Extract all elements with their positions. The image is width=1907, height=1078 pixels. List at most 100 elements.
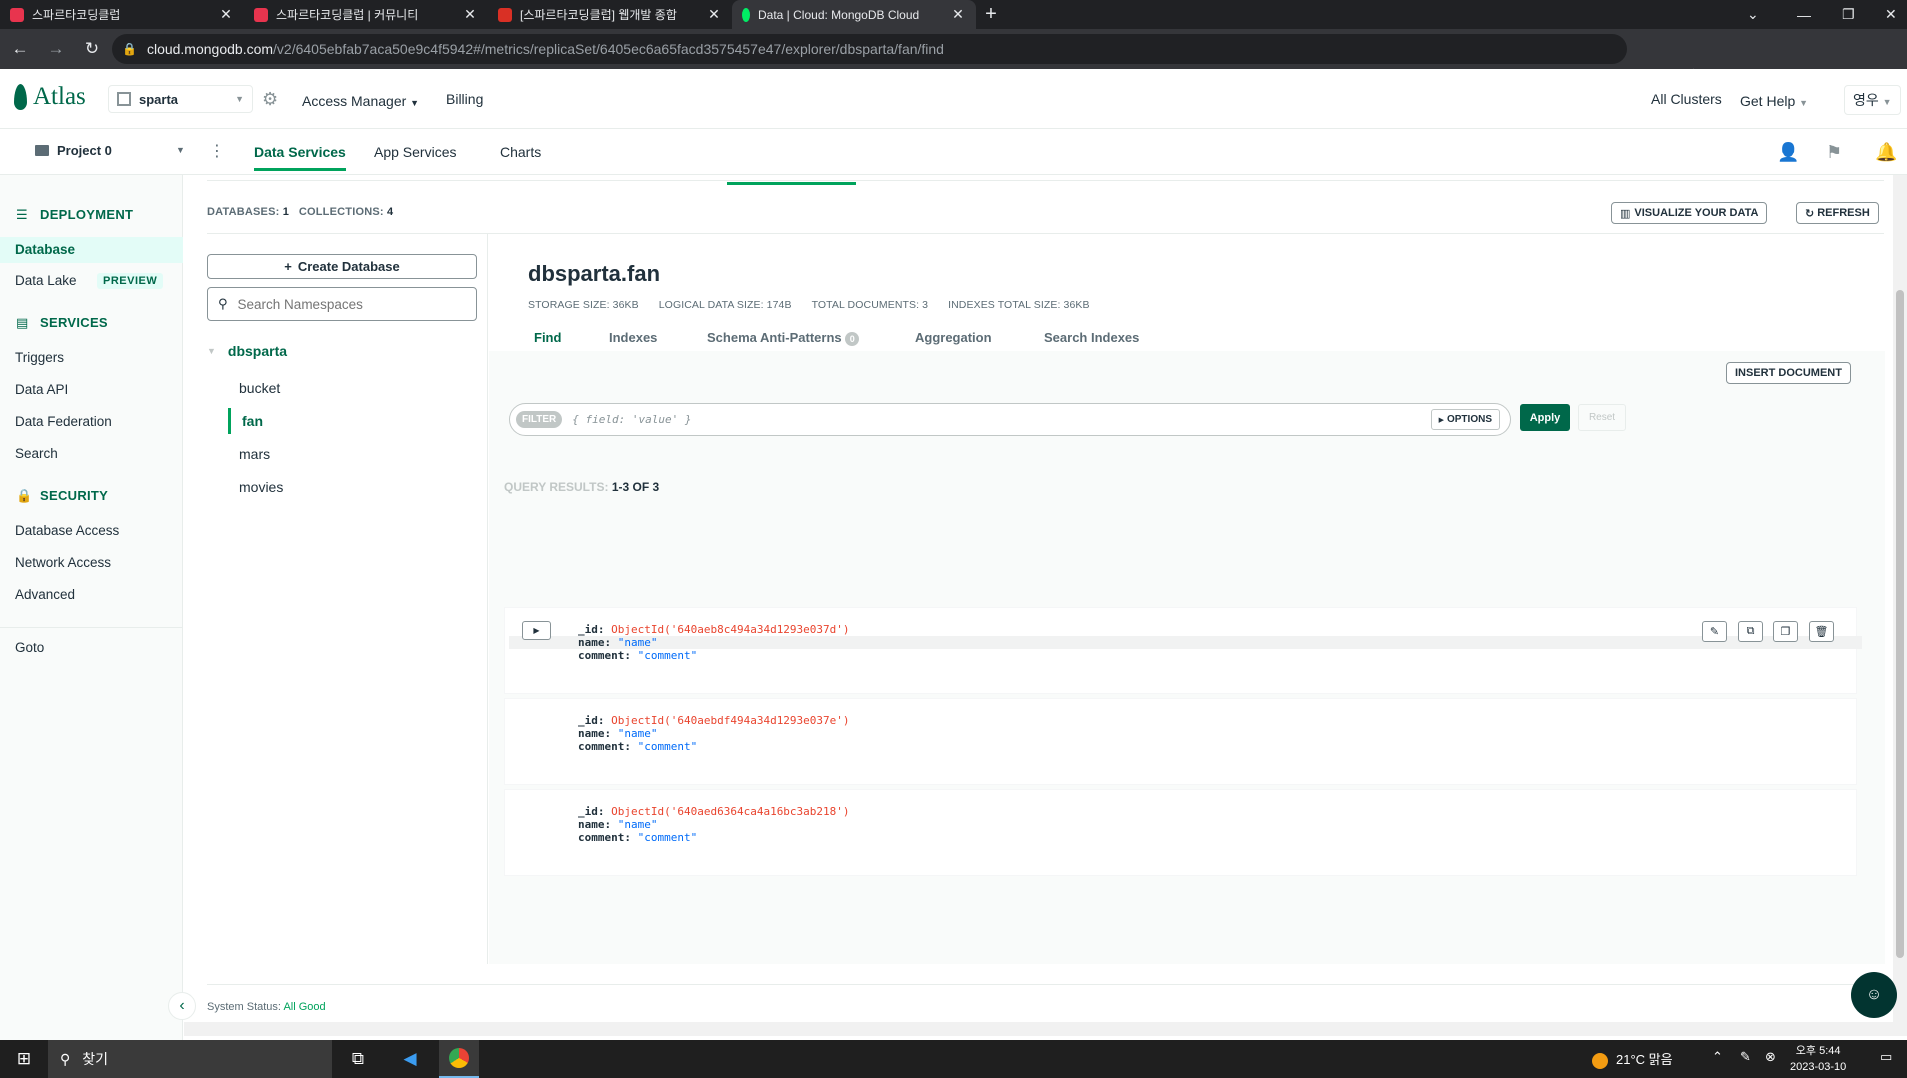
tab-title: [스파르타코딩클럽] 웹개발 종합	[520, 8, 677, 22]
weather-icon[interactable]: 21°C 맑음	[1592, 1049, 1673, 1069]
network-icon[interactable]: ⊗	[1765, 1049, 1776, 1065]
new-tab-button[interactable]: +	[976, 0, 1006, 29]
edit-pencil-icon[interactable]: ✎	[1702, 621, 1727, 642]
restore-button[interactable]: ❐	[1842, 0, 1855, 29]
sidebar-item-data-api[interactable]: Data API	[15, 382, 68, 397]
chevron-down-icon[interactable]: ▼	[176, 145, 185, 155]
create-database-button[interactable]: + Create Database	[207, 254, 477, 279]
active-subtab-indicator	[727, 182, 856, 185]
caret-down-icon[interactable]: ▼	[207, 346, 216, 356]
tab-app-services[interactable]: App Services	[374, 144, 456, 160]
document-card[interactable]: _id: ObjectId('640aebdf494a34d1293e037e'…	[504, 698, 1857, 785]
taskbar-search[interactable]: ⚲ 찾기	[48, 1040, 332, 1078]
close-tab-icon[interactable]: ✕	[462, 6, 478, 23]
chat-assistant-icon[interactable]: ☺	[1851, 972, 1897, 1018]
tray-chevron-icon[interactable]: ⌃	[1712, 1049, 1723, 1065]
reset-button[interactable]: Reset	[1578, 404, 1626, 431]
refresh-button[interactable]: ↻ REFRESH	[1796, 202, 1879, 224]
close-window-button[interactable]: ✕	[1885, 0, 1897, 29]
tab-find[interactable]: Find	[534, 330, 561, 345]
browser-tab[interactable]: 스파르타코딩클럽 | 커뮤니티 ✕	[244, 0, 488, 29]
browser-tab-active[interactable]: Data | Cloud: MongoDB Cloud ✕	[732, 0, 976, 29]
sidebar-item-database-access[interactable]: Database Access	[15, 523, 119, 538]
taskbar-clock[interactable]: 오후 5:44 2023-03-10	[1790, 1043, 1846, 1075]
sidebar-item-network-access[interactable]: Network Access	[15, 555, 111, 570]
collection-item-mars[interactable]: mars	[239, 446, 270, 462]
tab-schema-anti-patterns[interactable]: Schema Anti-Patterns 0	[707, 330, 860, 346]
vscode-icon[interactable]: ◀	[390, 1040, 430, 1078]
invite-user-icon[interactable]: 👤	[1777, 142, 1799, 163]
browser-tab[interactable]: 스파르타코딩클럽 ✕	[0, 0, 244, 29]
project-menu-icon[interactable]: ⋮	[209, 141, 225, 161]
search-namespaces-input[interactable]	[237, 296, 458, 312]
collapse-sidebar-button[interactable]: ‹	[168, 992, 196, 1020]
org-selector[interactable]: sparta ▼	[108, 85, 253, 113]
trash-icon[interactable]: 🗑	[1809, 621, 1834, 642]
tab-indexes[interactable]: Indexes	[609, 330, 657, 345]
sidebar-item-data-federation[interactable]: Data Federation	[15, 414, 112, 429]
document-card[interactable]: ▶ _id: ObjectId('640aeb8c494a34d1293e037…	[504, 607, 1862, 694]
document-card[interactable]: _id: ObjectId('640aed6364ca4a16bc3ab218'…	[504, 789, 1857, 876]
scrollbar-thumb[interactable]	[1896, 290, 1904, 958]
doc-field-id: _id: ObjectId('640aebdf494a34d1293e037e'…	[578, 714, 850, 727]
collection-item-fan[interactable]: fan	[242, 413, 263, 429]
billing-link[interactable]: Billing	[446, 91, 483, 107]
browser-tab-strip: 스파르타코딩클럽 ✕ 스파르타코딩클럽 | 커뮤니티 ✕ [스파르타코딩클럽] …	[0, 0, 1907, 29]
task-view-icon[interactable]: ⧉	[338, 1040, 378, 1078]
horizontal-scrollbar[interactable]	[184, 1022, 1907, 1036]
vertical-scrollbar[interactable]	[1893, 175, 1907, 1023]
chrome-icon[interactable]	[439, 1040, 479, 1078]
get-help-menu[interactable]: Get Help ▼	[1740, 93, 1808, 109]
tab-aggregation[interactable]: Aggregation	[915, 330, 992, 345]
project-selector[interactable]: Project 0	[35, 143, 112, 158]
copy-document-icon[interactable]: ⧉	[1738, 621, 1763, 642]
divider	[207, 180, 1884, 181]
back-icon[interactable]: ←	[2, 39, 38, 59]
filter-bar[interactable]: FILTER { field: 'value' } ▶ OPTIONS	[509, 403, 1511, 436]
sidebar-item-search[interactable]: Search	[15, 446, 58, 461]
forward-icon[interactable]: →	[38, 39, 74, 59]
pen-icon[interactable]: ✎	[1740, 1049, 1751, 1065]
notification-icon[interactable]: ▭	[1880, 1049, 1892, 1065]
filter-input[interactable]: { field: 'value' }	[572, 413, 691, 426]
access-manager-menu[interactable]: Access Manager ▼	[302, 93, 419, 109]
system-status-link[interactable]: All Good	[283, 1001, 325, 1013]
atlas-logo[interactable]: Atlas	[14, 83, 86, 111]
close-tab-icon[interactable]: ✕	[706, 6, 722, 23]
minimize-button[interactable]: —	[1797, 0, 1811, 29]
mongodb-leaf-favicon-icon	[742, 7, 750, 22]
all-clusters-link[interactable]: All Clusters	[1651, 91, 1722, 107]
activity-feed-icon[interactable]: ⚑	[1826, 142, 1842, 163]
browser-tab[interactable]: [스파르타코딩클럽] 웹개발 종합 ✕	[488, 0, 732, 29]
logical-data-size: LOGICAL DATA SIZE: 174B	[658, 299, 792, 311]
database-row[interactable]: ▼ dbsparta	[207, 343, 287, 359]
bell-icon[interactable]: 🔔	[1875, 142, 1897, 163]
clone-document-icon[interactable]: ❐	[1773, 621, 1798, 642]
sidebar-item-triggers[interactable]: Triggers	[15, 350, 64, 365]
expand-document-button[interactable]: ▶	[522, 621, 551, 640]
sidebar-item-goto[interactable]: Goto	[15, 640, 44, 655]
visualize-data-button[interactable]: ▥ VISUALIZE YOUR DATA	[1611, 202, 1768, 224]
url-input[interactable]: 🔒 cloud.mongodb.com/v2/6405ebfab7aca50e9…	[112, 34, 1627, 64]
apply-button[interactable]: Apply	[1520, 404, 1570, 431]
close-tab-icon[interactable]: ✕	[218, 6, 234, 23]
user-menu[interactable]: 영우 ▼	[1844, 85, 1901, 115]
tab-data-services[interactable]: Data Services	[254, 144, 346, 171]
gear-icon[interactable]: ⚙	[262, 89, 278, 110]
tab-charts[interactable]: Charts	[500, 144, 541, 160]
windows-start-icon[interactable]: ⊞	[4, 1040, 44, 1078]
collection-item-movies[interactable]: movies	[239, 479, 283, 495]
options-button[interactable]: ▶ OPTIONS	[1430, 409, 1500, 430]
sidebar-item-advanced[interactable]: Advanced	[15, 587, 75, 602]
namespace-search[interactable]: ⚲	[207, 287, 477, 321]
sidebar-item-data-lake[interactable]: Data Lake	[15, 273, 77, 288]
reload-icon[interactable]: ↻	[74, 39, 110, 59]
doc-field-id: _id: ObjectId('640aed6364ca4a16bc3ab218'…	[578, 805, 850, 818]
tab-search-indexes[interactable]: Search Indexes	[1044, 330, 1139, 345]
sidebar-item-database[interactable]: Database	[0, 237, 183, 263]
close-tab-icon[interactable]: ✕	[950, 6, 966, 23]
doc-field-name: name: "name"	[578, 636, 658, 649]
tab-search-icon[interactable]: ⌄	[1747, 0, 1759, 29]
insert-document-button[interactable]: INSERT DOCUMENT	[1726, 362, 1851, 384]
collection-item-bucket[interactable]: bucket	[239, 380, 280, 396]
